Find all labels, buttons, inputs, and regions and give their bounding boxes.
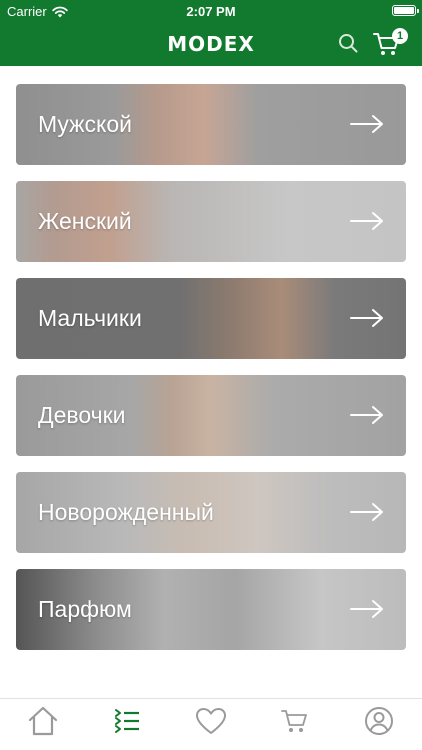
tab-catalog[interactable]	[110, 705, 144, 737]
catalog-list-icon	[115, 709, 139, 733]
arrow-right-icon	[350, 600, 383, 618]
arrow-right-icon	[350, 212, 383, 230]
category-card-women[interactable]: Женский	[16, 181, 406, 262]
home-icon	[28, 706, 58, 736]
category-label: Новорожденный	[38, 499, 214, 525]
heart-icon	[196, 708, 226, 734]
tab-cart[interactable]	[278, 705, 312, 737]
cart-icon	[281, 710, 307, 732]
category-label: Парфюм	[38, 596, 132, 622]
category-card-girls[interactable]: Девочки	[16, 375, 406, 456]
arrow-right-icon	[350, 115, 383, 133]
header-cart-button[interactable]: 1	[373, 28, 409, 57]
category-card-perfume[interactable]: Парфюм	[16, 569, 406, 650]
status-bar: Carrier 2:07 PM	[0, 0, 422, 22]
tab-home[interactable]	[26, 705, 60, 737]
arrow-right-icon	[350, 503, 383, 521]
category-label: Женский	[38, 208, 132, 234]
arrow-right-icon	[350, 309, 383, 327]
app-logo: MODEX	[167, 32, 255, 56]
arrow-right-icon	[350, 406, 383, 424]
category-list: Мужской Женский Мальчики Девочки Новорож…	[16, 84, 406, 666]
category-label: Мальчики	[38, 305, 142, 331]
app-header: Carrier 2:07 PM MODEX 1	[0, 0, 422, 66]
category-label: Девочки	[38, 402, 126, 428]
battery-icon	[392, 5, 419, 16]
category-card-newborn[interactable]: Новорожденный	[16, 472, 406, 553]
search-icon[interactable]	[338, 33, 358, 53]
cart-count-badge: 1	[392, 28, 408, 44]
profile-icon	[365, 707, 393, 735]
status-time: 2:07 PM	[186, 4, 236, 19]
tab-bar	[0, 698, 422, 750]
category-card-boys[interactable]: Мальчики	[16, 278, 406, 359]
category-card-men[interactable]: Мужской	[16, 84, 406, 165]
tab-profile[interactable]	[362, 705, 396, 737]
category-label: Мужской	[38, 111, 133, 137]
tab-favorites[interactable]	[194, 705, 228, 737]
